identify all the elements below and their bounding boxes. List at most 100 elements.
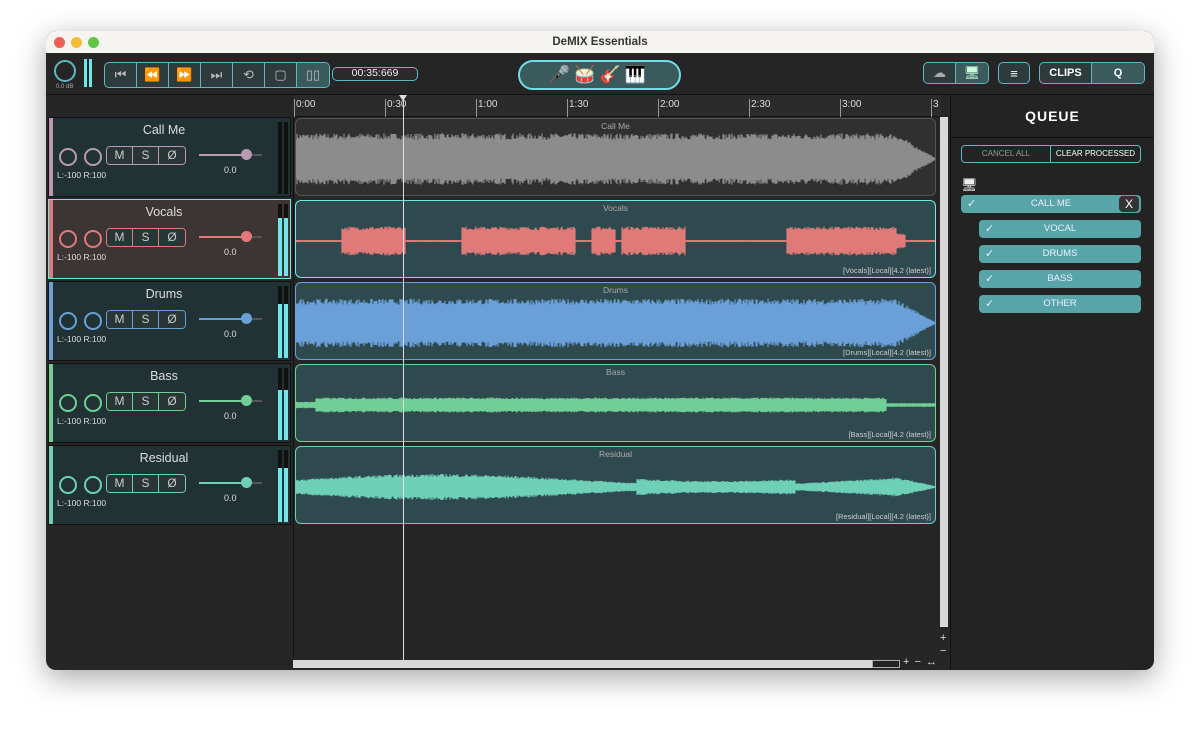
volume-slider[interactable] — [199, 231, 262, 242]
close-window-button[interactable] — [54, 37, 65, 48]
mute-button[interactable]: M — [107, 147, 133, 164]
cloud-icon[interactable]: ☁ — [924, 63, 956, 83]
volume-slider[interactable] — [199, 395, 262, 406]
solo-button[interactable]: S — [133, 229, 159, 246]
zoom-in-vertical-button[interactable]: + — [940, 632, 946, 644]
master-gain-knob[interactable] — [54, 60, 76, 82]
track-header[interactable]: Bass M S Ø L:-100 R:100 0.0 — [48, 363, 291, 443]
pan-left-knob[interactable] — [59, 312, 77, 330]
monitor-icon: 🖥 — [961, 177, 978, 192]
zoom-out-vertical-button[interactable]: − — [940, 645, 946, 657]
volume-value: 0.0 — [224, 329, 237, 339]
volume-slider[interactable] — [199, 313, 262, 324]
queue-button[interactable]: Q — [1092, 63, 1144, 83]
track-name: Residual — [139, 451, 189, 465]
timeline-ruler[interactable]: 0:00 0:30 1:00 1:30 2:00 2:30 3:00 3 — [293, 95, 941, 117]
separation-button[interactable]: 🎤🥁🎸🎹 — [518, 60, 681, 90]
pan-left-knob[interactable] — [59, 148, 77, 166]
track-header[interactable]: Vocals M S Ø L:-100 R:100 0.0 — [48, 199, 291, 279]
queue-stem[interactable]: ✓ VOCAL — [979, 220, 1141, 238]
zoom-in-button[interactable]: + — [903, 656, 909, 668]
pan-right-knob[interactable] — [84, 230, 102, 248]
rewind-button[interactable]: ⏪ — [137, 63, 169, 87]
queue-stem[interactable]: ✓ BASS — [979, 270, 1141, 288]
pan-left-knob[interactable] — [59, 476, 77, 494]
playhead[interactable] — [399, 95, 408, 660]
timecode-display: 00:35:669 — [332, 67, 418, 81]
solo-button[interactable]: S — [133, 147, 159, 164]
phase-invert-button[interactable]: Ø — [159, 311, 185, 328]
level-meter-left — [278, 122, 282, 194]
skip-end-button[interactable]: ⏭ — [201, 63, 233, 87]
horizontal-scrollbar[interactable] — [293, 660, 873, 668]
phase-invert-button[interactable]: Ø — [159, 229, 185, 246]
audio-clip[interactable]: Bass [Bass][Local][4.2 (latest)] — [295, 364, 936, 442]
solo-button[interactable]: S — [133, 475, 159, 492]
vertical-scrollbar[interactable] — [940, 117, 948, 627]
track-name: Bass — [150, 369, 178, 383]
volume-slider[interactable] — [199, 477, 262, 488]
queue-job[interactable]: ✓ CALL ME X — [961, 195, 1141, 213]
queue-stem[interactable]: ✓ OTHER — [979, 295, 1141, 313]
clear-processed-button[interactable]: CLEAR PROCESSED — [1051, 146, 1140, 162]
track-name: Vocals — [145, 205, 183, 219]
loop-icon: ⟲ — [243, 67, 254, 82]
mute-button[interactable]: M — [107, 475, 133, 492]
level-meter-left — [278, 450, 282, 522]
solo-button[interactable]: S — [133, 393, 159, 410]
queue-stem[interactable]: ✓ DRUMS — [979, 245, 1141, 263]
audio-clip[interactable]: Residual [Residual][Local][4.2 (latest)] — [295, 446, 936, 524]
minimize-window-button[interactable] — [71, 37, 82, 48]
volume-slider-thumb[interactable] — [241, 231, 252, 242]
cancel-all-button[interactable]: CANCEL ALL — [962, 146, 1051, 162]
stem-name: VOCAL — [1043, 223, 1077, 234]
ruler-tick: 2:00 — [658, 99, 679, 117]
volume-slider-thumb[interactable] — [241, 395, 252, 406]
playhead-handle[interactable] — [399, 95, 408, 101]
ruler-tick: 1:30 — [567, 99, 588, 117]
pan-right-knob[interactable] — [84, 148, 102, 166]
volume-slider[interactable] — [199, 149, 262, 160]
ruler-tick: 3:00 — [840, 99, 861, 117]
check-icon: ✓ — [985, 298, 995, 310]
pan-right-knob[interactable] — [84, 476, 102, 494]
skip-start-button[interactable]: ⏮ — [105, 63, 137, 87]
menu-button[interactable]: ≡ — [998, 62, 1030, 84]
queue-title: QUEUE — [951, 95, 1154, 138]
zoom-fit-button[interactable]: ↔ — [926, 656, 937, 668]
mute-button[interactable]: M — [107, 393, 133, 410]
phase-invert-button[interactable]: Ø — [159, 475, 185, 492]
loop-button[interactable]: ⟲ — [233, 63, 265, 87]
mute-button[interactable]: M — [107, 229, 133, 246]
audio-clip[interactable]: Call Me — [295, 118, 936, 196]
pan-right-knob[interactable] — [84, 312, 102, 330]
volume-slider-thumb[interactable] — [241, 477, 252, 488]
skip-end-icon: ⏭ — [210, 67, 223, 82]
track-header[interactable]: Drums M S Ø L:-100 R:100 0.0 — [48, 281, 291, 361]
audio-clip[interactable]: Vocals [Vocals][Local][4.2 (latest)] — [295, 200, 936, 278]
solo-button[interactable]: S — [133, 311, 159, 328]
track-header[interactable]: Call Me M S Ø L:-100 R:100 0.0 — [48, 117, 291, 197]
monitor-icon[interactable]: 🖥 — [956, 63, 988, 83]
fast-forward-button[interactable]: ⏩ — [169, 63, 201, 87]
audio-clip[interactable]: Drums [Drums][Local][4.2 (latest)] — [295, 282, 936, 360]
pan-left-knob[interactable] — [59, 394, 77, 412]
clips-button[interactable]: CLIPS — [1040, 63, 1092, 83]
pause-button[interactable]: ▯▯ — [297, 63, 329, 87]
window-title: DeMIX Essentials — [552, 36, 648, 48]
track-header[interactable]: Residual M S Ø L:-100 R:100 0.0 — [48, 445, 291, 525]
phase-invert-button[interactable]: Ø — [159, 147, 185, 164]
volume-slider-thumb[interactable] — [241, 149, 252, 160]
zoom-window-button[interactable] — [88, 37, 99, 48]
volume-slider-thumb[interactable] — [241, 313, 252, 324]
waveform — [296, 133, 935, 185]
pan-left-knob[interactable] — [59, 230, 77, 248]
transport-controls: ⏮ ⏪ ⏩ ⏭ ⟲ ▢ ▯▯ — [104, 62, 330, 88]
stop-button[interactable]: ▢ — [265, 63, 297, 87]
remove-job-button[interactable]: X — [1119, 196, 1139, 212]
zoom-out-button[interactable]: − — [914, 656, 920, 668]
phase-invert-button[interactable]: Ø — [159, 393, 185, 410]
mute-button[interactable]: M — [107, 311, 133, 328]
pan-right-knob[interactable] — [84, 394, 102, 412]
master-meter-right — [89, 59, 92, 87]
